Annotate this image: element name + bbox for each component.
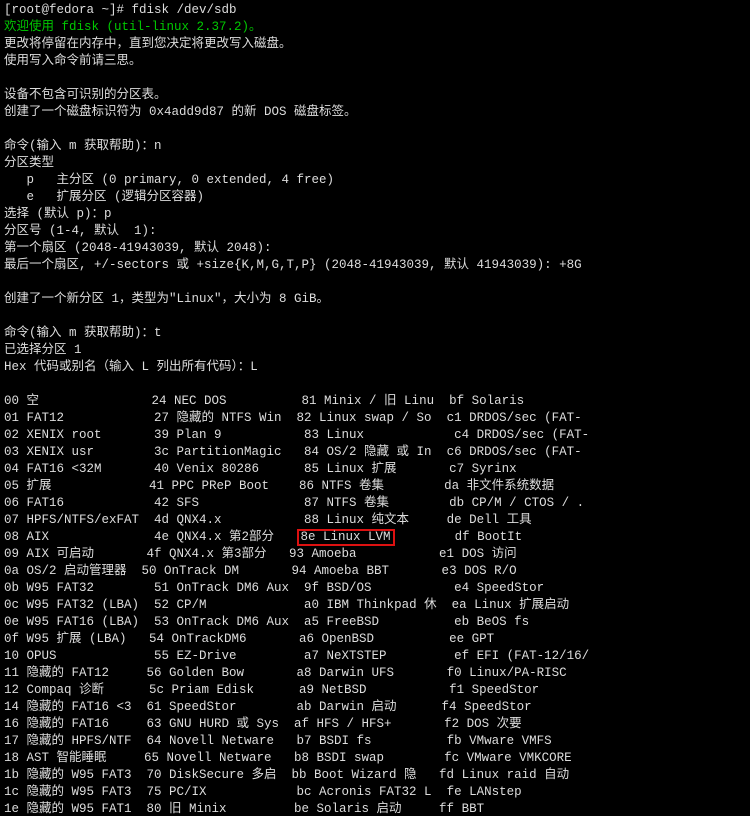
first-sector: 第一个扇区 (2048-41943039, 默认 2048): xyxy=(4,241,272,255)
no-partition-table: 设备不包含可识别的分区表。 xyxy=(4,88,167,102)
selected-partition: 已选择分区 1 xyxy=(4,343,82,357)
intro-line-1: 更改将停留在内存中，直到您决定将更改写入磁盘。 xyxy=(4,37,292,51)
partition-type-header: 分区类型 xyxy=(4,156,54,170)
shell-prompt: [root@fedora ~]# fdisk /dev/sdb xyxy=(4,3,237,17)
last-sector: 最后一个扇区, +/-sectors 或 +size{K,M,G,T,P} (2… xyxy=(4,258,582,272)
intro-line-2: 使用写入命令前请三思。 xyxy=(4,54,142,68)
partition-number: 分区号 (1-4, 默认 1): xyxy=(4,224,157,238)
command-t: 命令(输入 m 获取帮助)：t xyxy=(4,326,162,340)
terminal[interactable]: [root@fedora ~]# fdisk /dev/sdb 欢迎使用 fdi… xyxy=(0,0,750,816)
linux-lvm-highlight: 8e Linux LVM xyxy=(297,529,395,546)
welcome-line: 欢迎使用 fdisk (util-linux 2.37.2)。 xyxy=(4,20,262,34)
command-n: 命令(输入 m 获取帮助)：n xyxy=(4,139,162,153)
hex-prompt: Hex 代码或别名（输入 L 列出所有代码）：L xyxy=(4,360,258,374)
created-label: 创建了一个磁盘标识符为 0x4add9d87 的新 DOS 磁盘标签。 xyxy=(4,105,357,119)
select-p: 选择 (默认 p)：p xyxy=(4,207,112,221)
ptype-primary: p 主分区 (0 primary, 0 extended, 4 free) xyxy=(4,173,334,187)
created-partition: 创建了一个新分区 1，类型为"Linux"，大小为 8 GiB。 xyxy=(4,292,329,306)
partition-type-table: 00 空 24 NEC DOS 81 Minix / 旧 Linu bf Sol… xyxy=(4,393,750,816)
ptype-extended: e 扩展分区 (逻辑分区容器) xyxy=(4,190,204,204)
